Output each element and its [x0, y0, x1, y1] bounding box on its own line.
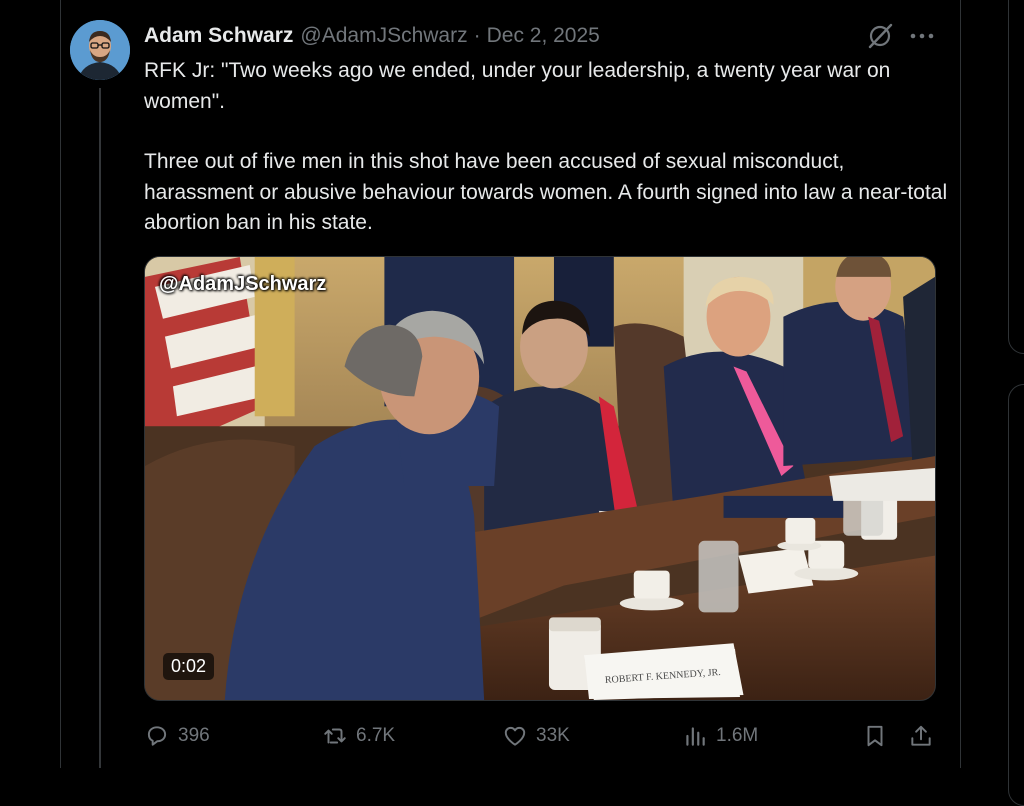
thread-line	[99, 88, 101, 768]
tweet-header: Adam Schwarz @AdamJSchwarz · Dec 2, 2025	[144, 22, 600, 50]
name-placard: ROBERT F. KENNEDY, JR.	[585, 649, 740, 699]
reply-button[interactable]: 396	[144, 720, 210, 752]
tweet-actions: 396 6.7K 33K 1.6M	[144, 720, 944, 752]
sidebar-card	[1008, 384, 1024, 806]
retweet-button[interactable]: 6.7K	[322, 720, 395, 752]
video-frame	[145, 257, 935, 700]
author-avatar[interactable]	[70, 20, 130, 80]
views-button[interactable]: 1.6M	[682, 720, 758, 752]
tweet-text-paragraph: RFK Jr: "Two weeks ago we ended, under y…	[144, 59, 891, 113]
views-icon	[686, 727, 705, 746]
like-icon	[504, 726, 526, 746]
tweet-date[interactable]: Dec 2, 2025	[487, 24, 600, 48]
bookmark-icon	[867, 725, 883, 747]
separator-dot: ·	[473, 24, 481, 47]
video-duration: 0:02	[163, 653, 215, 680]
timeline-left-border	[60, 0, 61, 768]
sidebar-card	[1008, 0, 1024, 354]
share-icon	[911, 725, 931, 746]
retweet-icon	[324, 728, 346, 744]
like-button[interactable]: 33K	[502, 720, 570, 752]
like-count: 33K	[536, 725, 570, 746]
reply-count: 396	[178, 725, 210, 746]
bookmark-button[interactable]	[862, 720, 888, 752]
video-player[interactable]: @AdamJSchwarz ROBERT F. KENNEDY, JR. 0:0…	[144, 256, 936, 701]
more-icon[interactable]	[908, 24, 936, 48]
tweet-text-paragraph: Three out of five men in this shot have …	[144, 150, 948, 234]
video-watermark: @AdamJSchwarz	[159, 273, 327, 295]
share-button[interactable]	[908, 720, 934, 752]
avatar-image	[70, 20, 130, 80]
author-name[interactable]: Adam Schwarz	[144, 24, 293, 48]
reply-icon	[147, 726, 167, 746]
grok-icon[interactable]	[866, 22, 894, 50]
timeline-right-border	[960, 0, 961, 768]
author-handle[interactable]: @AdamJSchwarz	[300, 24, 467, 48]
tweet-text: RFK Jr: "Two weeks ago we ended, under y…	[144, 56, 949, 239]
retweet-count: 6.7K	[356, 725, 396, 746]
view-count: 1.6M	[716, 725, 759, 746]
